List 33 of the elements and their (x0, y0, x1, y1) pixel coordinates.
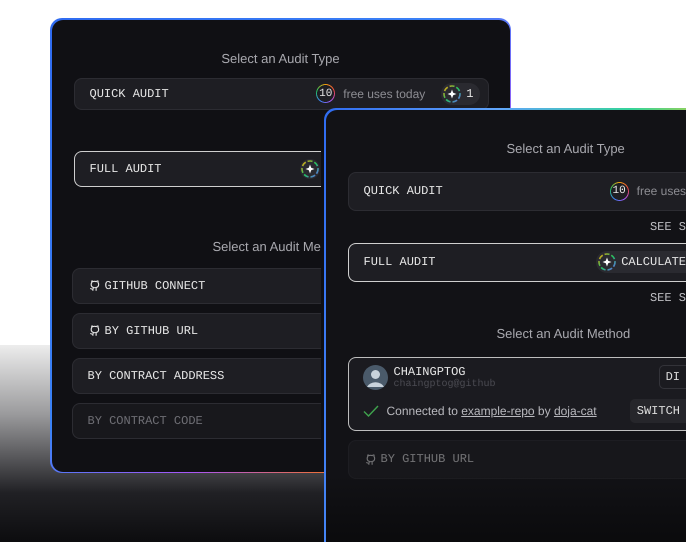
see-link[interactable]: SEE S (650, 290, 686, 304)
credit-badge: CALCULATE (596, 251, 686, 273)
section-title: Select an Audit Method (496, 326, 630, 340)
disconnect-button[interactable]: DI (658, 365, 686, 389)
avatar-icon (362, 364, 388, 390)
audit-method-option[interactable]: GITHUB CONNECT (72, 268, 320, 304)
uses-count-badge: 10 (610, 182, 629, 200)
audit-type-option[interactable]: QUICK AUDIT 10 free uses (348, 172, 686, 210)
audit-type-option[interactable]: QUICK AUDIT 10 free uses today 1 (74, 78, 488, 110)
account-name: CHAINGPTOG (394, 364, 467, 378)
audit-type-option[interactable]: FULL AUDIT (74, 150, 320, 186)
connection-status: Connected to example-repo by doja-cat (386, 404, 597, 418)
section-title: Select an Audit Me (212, 238, 322, 254)
switch-button[interactable]: SWITCH (630, 398, 686, 422)
github-icon (88, 279, 100, 292)
section-title: Select an Audit Type (221, 50, 340, 66)
audit-method-option[interactable]: BY CONTRACT ADDRESS (72, 358, 320, 394)
section-title: Select an Audit Type (506, 140, 626, 156)
see-link[interactable]: SEE S (650, 220, 686, 234)
audit-type-option[interactable]: FULL AUDIT CALCULATE (348, 242, 686, 282)
credit-badge: 1 (441, 82, 480, 104)
user-link[interactable]: doja-cat (554, 404, 597, 418)
check-icon (362, 404, 378, 416)
sparkle-icon (441, 82, 464, 104)
repo-link[interactable]: example-repo (461, 404, 535, 418)
github-icon (88, 324, 100, 337)
github-icon (364, 452, 376, 466)
sparkle-icon (596, 251, 618, 273)
sparkle-icon (298, 158, 320, 180)
free-uses-text: free uses today (343, 86, 426, 100)
free-uses-text: free uses (636, 184, 686, 198)
uses-count-badge: 10 (316, 84, 336, 103)
audit-method-option[interactable]: BY GITHUB URL (72, 312, 320, 348)
